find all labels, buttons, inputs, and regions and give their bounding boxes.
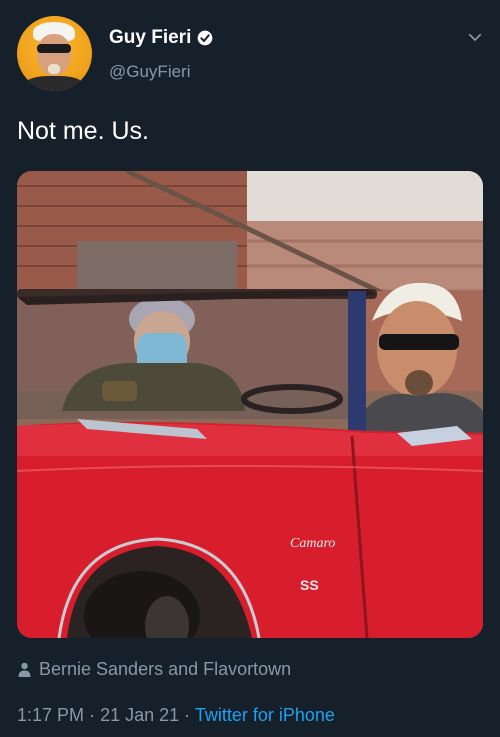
photo-illustration xyxy=(17,171,483,638)
tweet-location[interactable]: Bernie Sanders and Flavortown xyxy=(18,659,291,680)
avatar-goatee xyxy=(48,64,60,74)
tweet-source-link[interactable]: Twitter for iPhone xyxy=(195,705,335,725)
chevron-down-icon[interactable] xyxy=(466,28,484,46)
avatar-shirt xyxy=(25,76,83,91)
ss-badge: SS xyxy=(300,577,319,593)
author-name-row[interactable]: Guy Fieri xyxy=(109,27,213,49)
meta-separator: · xyxy=(89,705,96,725)
meta-separator-2: · xyxy=(184,705,191,725)
tweet-meta: 1:17 PM · 21 Jan 21 · Twitter for iPhone xyxy=(17,705,335,726)
tweet-time[interactable]: 1:17 PM xyxy=(17,705,84,725)
tweet-text: Not me. Us. xyxy=(17,117,149,145)
author-handle[interactable]: @GuyFieri xyxy=(109,62,191,82)
avatar[interactable] xyxy=(17,16,92,91)
avatar-sunglasses xyxy=(37,44,71,53)
author-name[interactable]: Guy Fieri xyxy=(109,27,191,49)
tweet-date[interactable]: 21 Jan 21 xyxy=(100,705,179,725)
location-text[interactable]: Bernie Sanders and Flavortown xyxy=(39,659,291,680)
verified-badge-icon xyxy=(198,30,213,46)
person-icon xyxy=(18,662,31,677)
tweet-photo[interactable]: Camaro SS xyxy=(17,171,483,638)
camaro-badge: Camaro xyxy=(290,536,336,551)
